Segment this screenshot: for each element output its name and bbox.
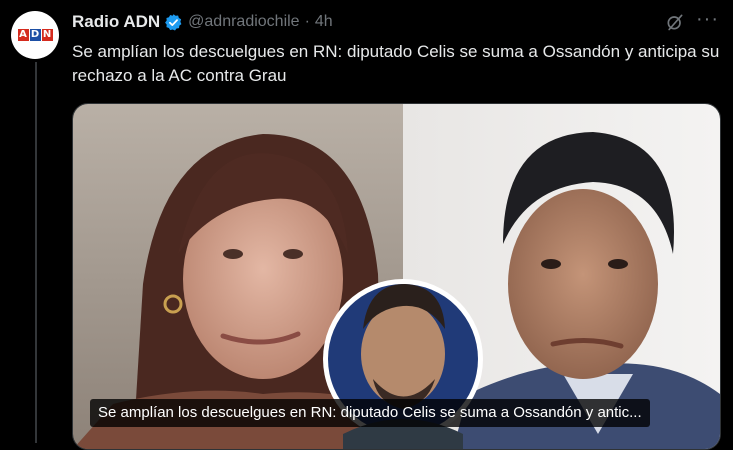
avatar[interactable]: A D N xyxy=(11,11,59,59)
tweet-header: Radio ADN @adnradiochile · 4h xyxy=(72,11,733,33)
verified-badge-icon xyxy=(165,13,182,30)
tweet-media[interactable] xyxy=(72,103,721,450)
media-composite-photo xyxy=(73,104,720,449)
tweet-text: Se amplían los descuelgues en RN: diputa… xyxy=(72,42,720,85)
separator-dot: · xyxy=(304,13,310,30)
grok-icon[interactable] xyxy=(665,12,685,32)
logo-letter-d: D xyxy=(29,29,41,41)
adn-logo: A D N xyxy=(17,29,53,41)
timestamp[interactable]: 4h xyxy=(315,13,333,31)
thread-line xyxy=(35,62,37,443)
more-icon[interactable]: ··· xyxy=(696,8,719,31)
logo-letter-a: A xyxy=(17,29,29,41)
media-caption: Se amplían los descuelgues en RN: diputa… xyxy=(90,399,650,427)
display-name[interactable]: Radio ADN xyxy=(72,12,160,32)
logo-letter-n: N xyxy=(41,29,53,41)
handle[interactable]: @adnradiochile xyxy=(188,13,299,31)
